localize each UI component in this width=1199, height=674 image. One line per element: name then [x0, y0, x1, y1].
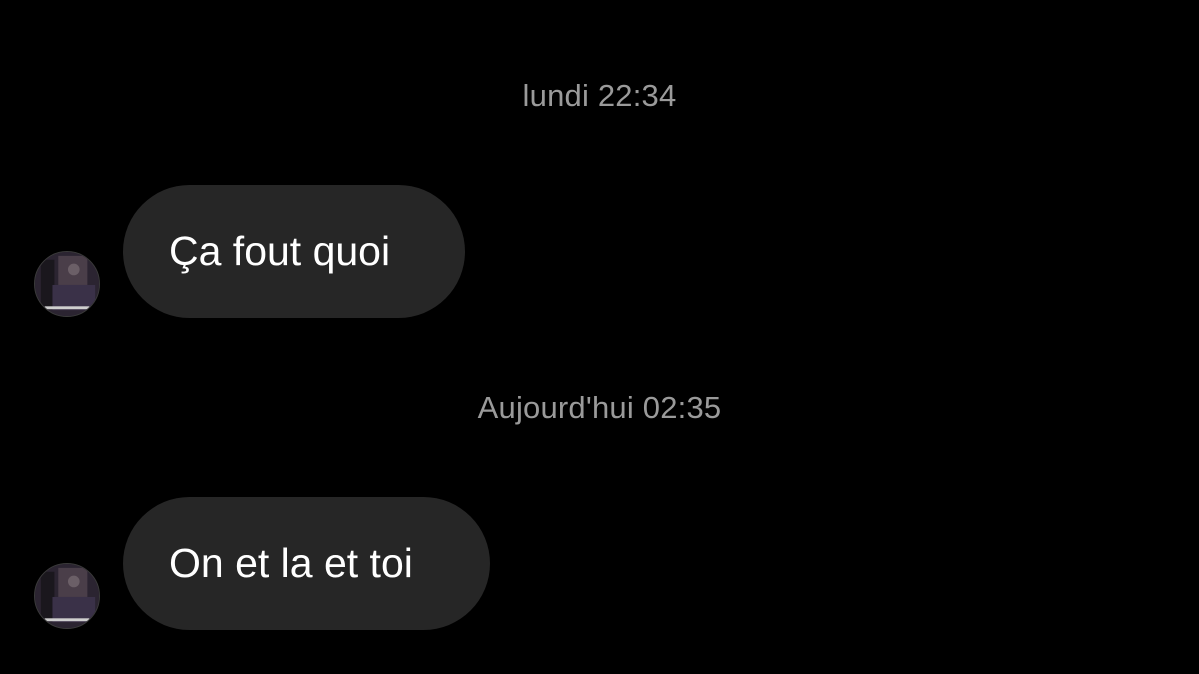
message-timestamp: lundi 22:34: [522, 78, 677, 113]
message-bubble[interactable]: Ça fout quoi: [123, 185, 465, 318]
profile-photo-icon: [35, 252, 99, 316]
profile-photo-icon: [35, 564, 99, 628]
message-text: On et la et toi: [169, 540, 413, 586]
message-bubble[interactable]: On et la et toi: [123, 497, 490, 630]
message-text: Ça fout quoi: [169, 228, 391, 274]
sender-avatar[interactable]: [34, 563, 100, 629]
message-timestamp: Aujourd'hui 02:35: [477, 390, 722, 425]
sender-avatar[interactable]: [34, 251, 100, 317]
